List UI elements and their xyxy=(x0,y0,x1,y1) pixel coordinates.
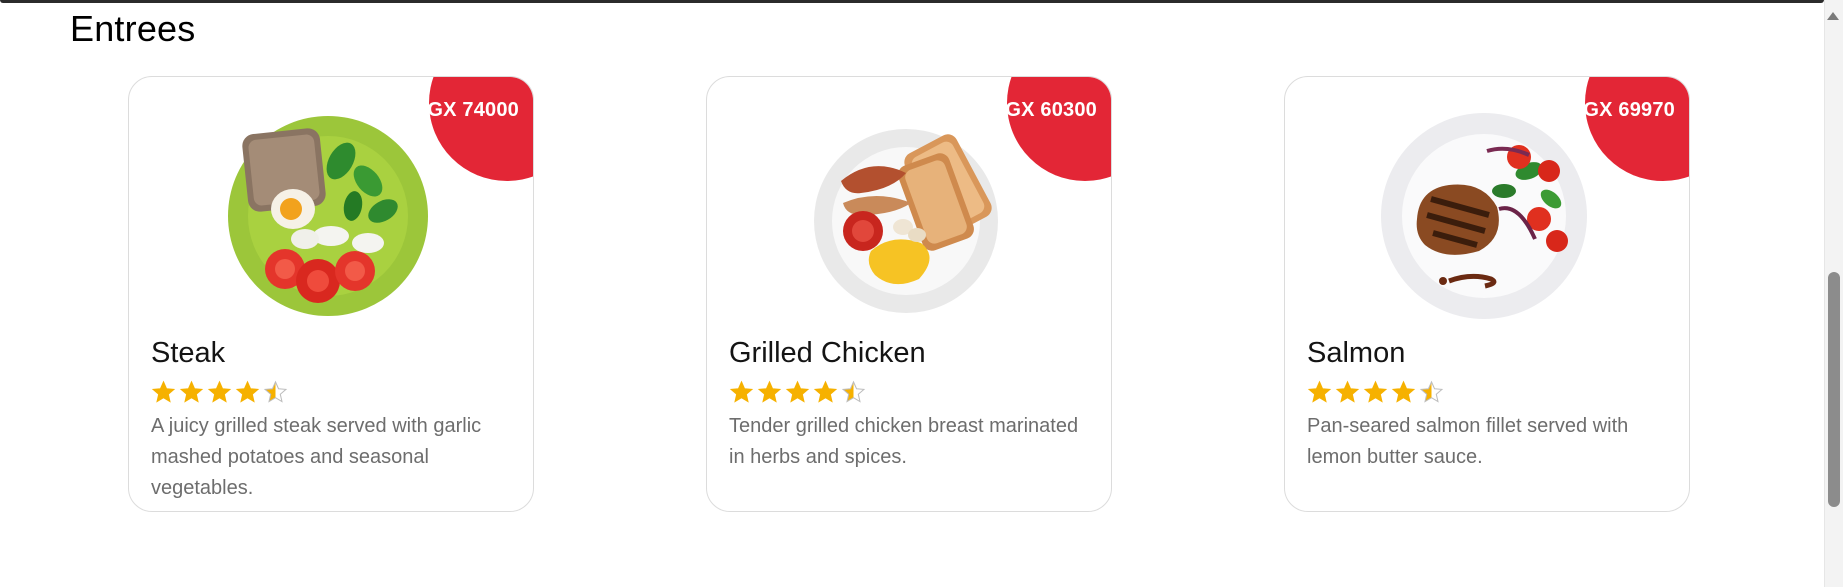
dish-name: Grilled Chicken xyxy=(729,337,926,369)
dish-description: Pan-seared salmon fillet served with lem… xyxy=(1307,415,1629,468)
dish-name: Steak xyxy=(151,337,226,369)
star-rating xyxy=(151,380,288,405)
star-rating xyxy=(1307,380,1444,405)
price-badge xyxy=(1007,77,1111,181)
section-title: Entrees xyxy=(70,8,196,49)
salmon-plate-image xyxy=(1381,113,1587,319)
star-full-icon xyxy=(813,380,838,403)
menu-card-grilled-chicken[interactable]: GX 60300 Grilled Chicken Tender grilled … xyxy=(706,76,1112,512)
price-badge xyxy=(429,77,533,181)
menu-card-steak[interactable]: GX 74000 Steak A juicy grilled steak ser… xyxy=(128,76,534,512)
star-full-icon xyxy=(1307,380,1332,403)
vertical-scrollbar[interactable] xyxy=(1824,0,1843,587)
chicken-plate-image xyxy=(814,129,998,313)
window-top-edge xyxy=(0,0,1824,3)
star-rating xyxy=(729,380,866,405)
star-full-icon xyxy=(1391,380,1416,403)
star-full-icon xyxy=(1363,380,1388,403)
scroll-up-arrow-icon[interactable] xyxy=(1827,12,1839,20)
scrollbar-thumb[interactable] xyxy=(1828,272,1840,507)
price-badge xyxy=(1585,77,1689,181)
dish-name: Salmon xyxy=(1307,337,1406,369)
menu-card-salmon[interactable]: GX 69970 Salmon Pan-seared salmon fillet… xyxy=(1284,76,1690,512)
star-half-icon xyxy=(1419,380,1444,403)
star-full-icon xyxy=(1335,380,1360,403)
star-full-icon xyxy=(179,380,204,403)
dish-description: Tender grilled chicken breast marinated … xyxy=(729,415,1079,468)
star-full-icon xyxy=(207,380,232,403)
star-half-icon xyxy=(841,380,866,403)
price-label: GX 69970 xyxy=(1583,99,1675,121)
price-label: GX 74000 xyxy=(427,99,519,121)
price-label: GX 60300 xyxy=(1005,99,1097,121)
star-full-icon xyxy=(729,380,754,403)
dish-description: A juicy grilled steak served with garlic… xyxy=(151,415,482,499)
star-half-icon xyxy=(263,380,288,403)
star-full-icon xyxy=(785,380,810,403)
star-full-icon xyxy=(235,380,260,403)
star-full-icon xyxy=(151,380,176,403)
steak-plate-image xyxy=(228,116,428,316)
star-full-icon xyxy=(757,380,782,403)
